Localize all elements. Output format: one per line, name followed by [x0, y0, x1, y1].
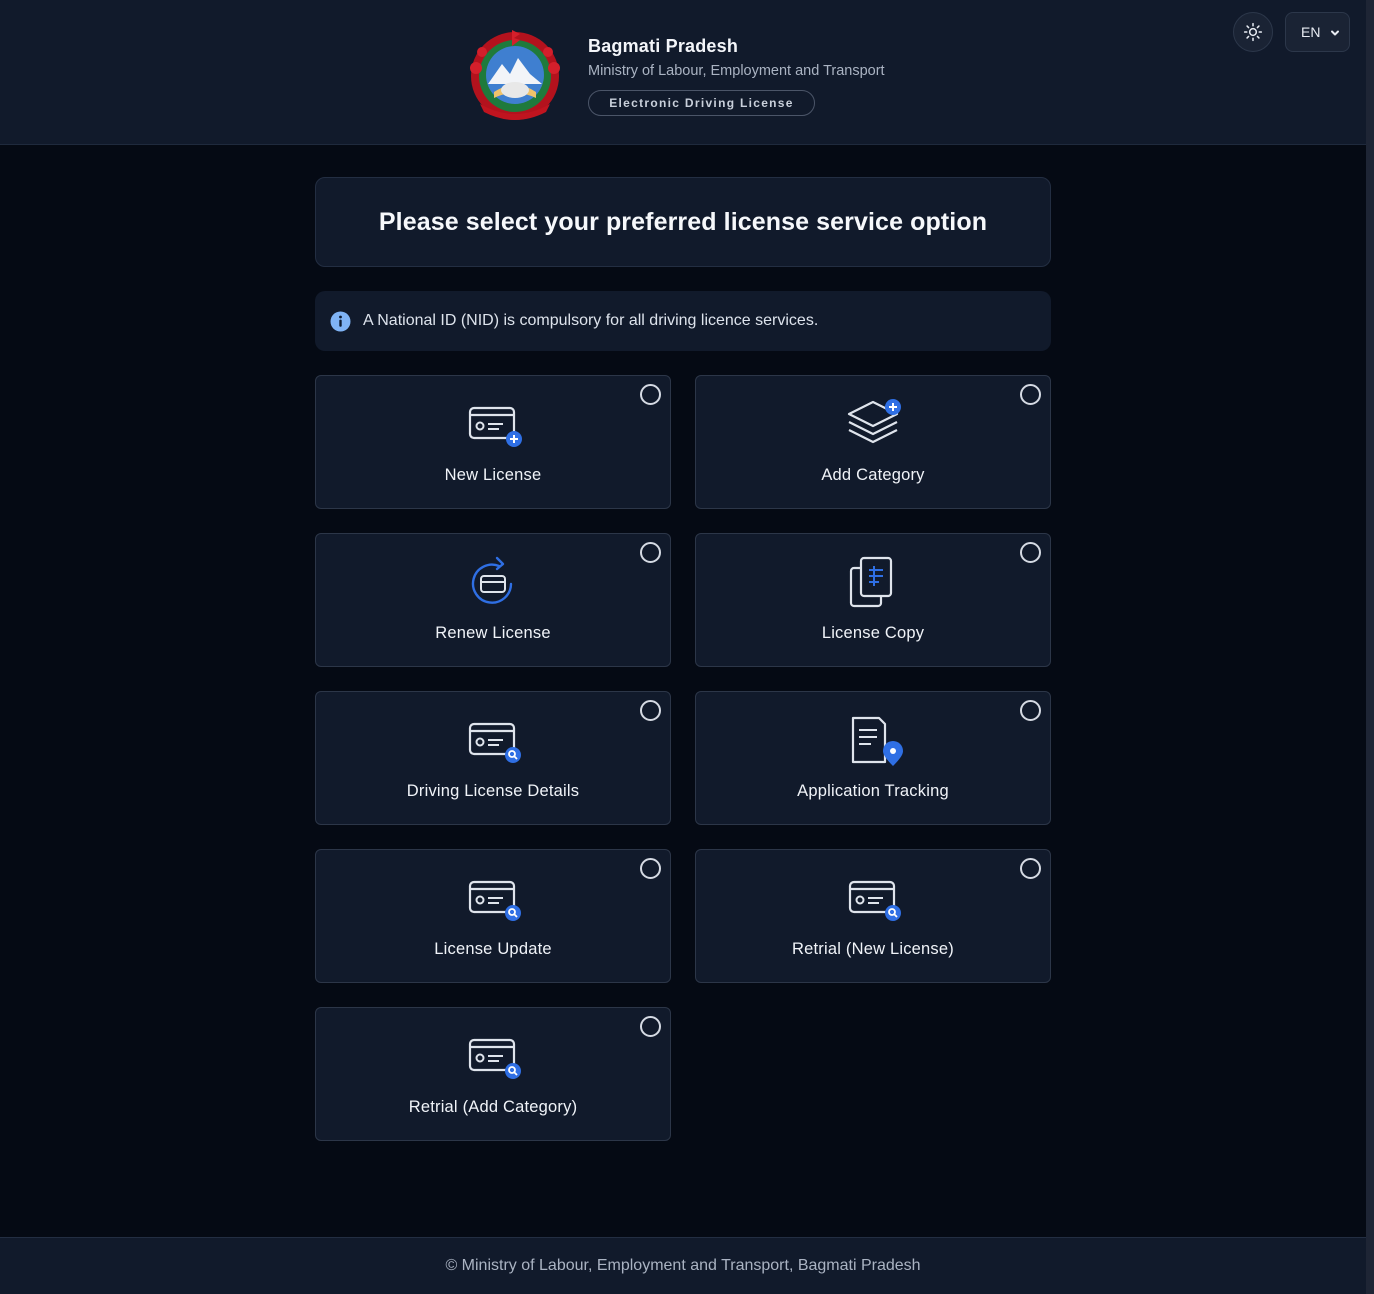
option-label: New License — [444, 466, 542, 484]
language-value: EN — [1301, 24, 1321, 40]
nepal-emblem-logo — [470, 30, 560, 120]
option-radio[interactable] — [1020, 700, 1041, 721]
scrollbar-track[interactable] — [1366, 0, 1374, 1294]
option-application-tracking[interactable]: Application Tracking — [695, 691, 1051, 825]
option-driving-license-details[interactable]: Driving License Details — [315, 691, 671, 825]
option-renew-license[interactable]: Renew License — [315, 533, 671, 667]
option-radio[interactable] — [1020, 542, 1041, 563]
option-license-update[interactable]: License Update — [315, 849, 671, 983]
option-radio[interactable] — [640, 700, 661, 721]
license-card-add-icon — [468, 406, 522, 447]
page-title: Please select your preferred license ser… — [378, 207, 988, 236]
option-license-copy[interactable]: License Copy — [695, 533, 1051, 667]
option-retrial-add-category[interactable]: Retrial (Add Category) — [315, 1007, 671, 1141]
info-icon — [330, 311, 351, 331]
license-card-search-icon — [848, 880, 901, 921]
option-radio[interactable] — [1020, 858, 1041, 879]
option-new-license[interactable]: New License — [315, 375, 671, 509]
option-label: License Update — [434, 940, 552, 958]
option-label: Retrial (New License) — [792, 940, 954, 958]
renew-card-icon — [471, 556, 513, 604]
footer-text: © Ministry of Labour, Employment and Tra… — [445, 1257, 921, 1274]
option-radio[interactable] — [640, 542, 661, 563]
document-location-icon — [851, 716, 903, 766]
option-add-category[interactable]: Add Category — [695, 375, 1051, 509]
page-footer: © Ministry of Labour, Employment and Tra… — [0, 1237, 1366, 1294]
option-radio[interactable] — [640, 858, 661, 879]
page-title-card: Please select your preferred license ser… — [315, 177, 1051, 267]
layers-add-icon — [847, 399, 901, 444]
language-select[interactable]: EN — [1285, 12, 1350, 52]
license-card-search-icon — [468, 880, 521, 921]
license-card-search-icon — [468, 722, 521, 763]
option-label: Application Tracking — [797, 782, 949, 800]
option-radio[interactable] — [640, 1016, 661, 1037]
app-header: Bagmati Pradesh Ministry of Labour, Empl… — [0, 0, 1366, 145]
ministry-subtitle: Ministry of Labour, Employment and Trans… — [588, 63, 885, 79]
chevron-down-icon — [1331, 30, 1339, 36]
license-card-search-icon — [468, 1038, 521, 1079]
option-retrial-new-license[interactable]: Retrial (New License) — [695, 849, 1051, 983]
option-label: Driving License Details — [406, 782, 580, 800]
sun-icon — [1243, 22, 1263, 42]
option-label: License Copy — [821, 624, 925, 642]
option-label: Add Category — [821, 466, 925, 484]
nid-notice: A National ID (NID) is compulsory for al… — [315, 291, 1051, 351]
notice-text: A National ID (NID) is compulsory for al… — [363, 312, 819, 329]
option-radio[interactable] — [1020, 384, 1041, 405]
option-label: Renew License — [435, 624, 551, 642]
option-label: Retrial (Add Category) — [408, 1098, 578, 1116]
option-radio[interactable] — [640, 384, 661, 405]
province-title: Bagmati Pradesh — [588, 36, 739, 56]
copy-document-icon — [849, 556, 893, 608]
theme-toggle-button[interactable] — [1233, 12, 1273, 52]
service-badge: Electronic Driving License — [588, 90, 815, 116]
